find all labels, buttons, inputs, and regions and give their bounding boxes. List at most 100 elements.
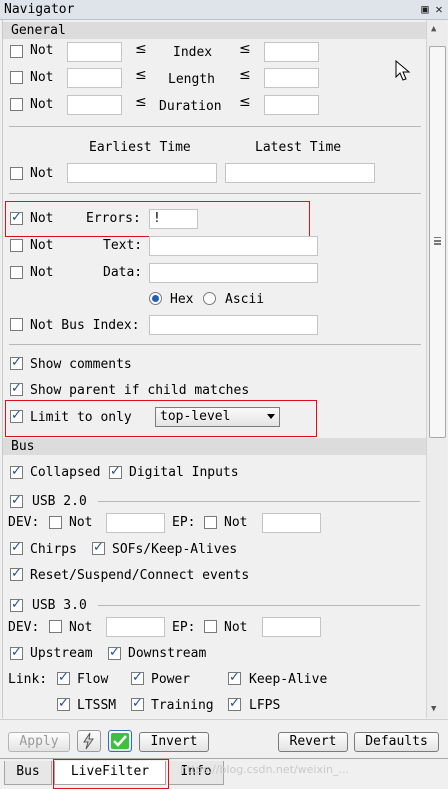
le-symbol: ≤ — [239, 94, 251, 110]
usb3-dev-not-checkbox[interactable] — [49, 620, 62, 633]
length-not-label: Not — [30, 70, 54, 85]
upstream-checkbox[interactable] — [10, 645, 23, 660]
time-not-checkbox[interactable] — [10, 167, 23, 180]
show-parent-label: Show parent if child matches — [30, 383, 250, 398]
usb3-ep-input[interactable] — [262, 617, 321, 637]
defaults-button[interactable]: Defaults — [354, 732, 439, 752]
show-parent-checkbox[interactable] — [10, 381, 23, 396]
ltssm-checkbox[interactable] — [57, 696, 70, 711]
scroll-down-icon[interactable]: ▼ — [431, 704, 436, 714]
latest-time-label: Latest Time — [255, 140, 342, 155]
usb2-ep-label: EP: — [172, 515, 196, 530]
index-max-input[interactable] — [264, 42, 319, 62]
index-min-input[interactable] — [67, 42, 122, 62]
keep-alive-label: Keep-Alive — [249, 672, 328, 687]
flow-checkbox[interactable] — [57, 670, 70, 685]
highlight-box — [53, 759, 169, 789]
ltssm-label: LTSSM — [77, 698, 117, 713]
index-label: Index — [173, 45, 213, 60]
usb3-ep-not-checkbox[interactable] — [204, 620, 217, 633]
checkmark-icon[interactable] — [108, 730, 132, 752]
duration-max-input[interactable] — [264, 95, 319, 115]
length-min-input[interactable] — [67, 68, 122, 88]
bus-index-not-checkbox[interactable] — [10, 318, 23, 331]
mouse-pointer-icon — [395, 60, 411, 81]
training-checkbox[interactable] — [131, 696, 144, 711]
show-comments-checkbox[interactable] — [10, 355, 23, 370]
le-symbol: ≤ — [135, 94, 147, 110]
vertical-scrollbar[interactable]: ▲ ▼ — [426, 20, 447, 718]
data-not-checkbox[interactable] — [10, 266, 23, 279]
usb3-dev-input[interactable] — [106, 617, 165, 637]
index-not-label: Not — [30, 43, 54, 58]
power-checkbox[interactable] — [131, 670, 144, 685]
pin-icon[interactable]: ▣ — [418, 2, 432, 16]
duration-min-input[interactable] — [67, 95, 122, 115]
usb2-ep-input[interactable] — [262, 513, 321, 533]
flow-label: Flow — [77, 672, 109, 687]
chirps-label: Chirps — [30, 542, 77, 557]
hex-radio[interactable] — [149, 292, 162, 305]
navigator-scroll-area: General Not ≤ Index ≤ Not ≤ Length ≤ Not… — [2, 20, 427, 718]
text-input[interactable] — [149, 236, 318, 256]
general-header-label: General — [11, 23, 66, 38]
highlight-box — [5, 400, 317, 437]
downstream-label: Downstream — [128, 646, 207, 661]
divider — [98, 501, 420, 502]
sofs-checkbox[interactable] — [92, 540, 105, 555]
text-not-label: Not — [30, 238, 54, 253]
usb3-ep-not-label: Not — [224, 620, 248, 635]
scroll-up-icon[interactable]: ▲ — [431, 24, 436, 34]
close-icon[interactable]: ✕ — [432, 2, 446, 16]
panel-title: Navigator — [4, 2, 75, 17]
latest-time-input[interactable] — [225, 163, 375, 183]
tab-bus[interactable]: Bus — [4, 761, 52, 785]
divider — [98, 605, 420, 606]
duration-not-label: Not — [30, 97, 54, 112]
collapsed-checkbox[interactable] — [10, 464, 23, 479]
panel-title-bar: Navigator ▣ ✕ — [0, 0, 448, 20]
duration-not-checkbox[interactable] — [10, 98, 23, 111]
lightning-icon[interactable] — [77, 730, 101, 752]
le-symbol: ≤ — [135, 67, 147, 83]
usb2-dev-not-checkbox[interactable] — [49, 516, 62, 529]
earliest-time-input[interactable] — [67, 163, 217, 183]
watermark: https://blog.csdn.net/weixin_... — [180, 763, 350, 776]
digital-inputs-checkbox[interactable] — [109, 464, 122, 479]
usb3-ep-label: EP: — [172, 620, 196, 635]
le-symbol: ≤ — [239, 67, 251, 83]
length-not-checkbox[interactable] — [10, 71, 23, 84]
lfps-checkbox[interactable] — [228, 696, 241, 711]
chirps-checkbox[interactable] — [10, 540, 23, 555]
data-input[interactable] — [149, 263, 318, 283]
length-label: Length — [168, 72, 215, 87]
usb2-ep-not-checkbox[interactable] — [204, 516, 217, 529]
reset-events-label: Reset/Suspend/Connect events — [30, 568, 250, 583]
usb2-ep-not-label: Not — [224, 515, 248, 530]
reset-events-checkbox[interactable] — [10, 566, 23, 581]
invert-button[interactable]: Invert — [139, 732, 209, 752]
ascii-radio[interactable] — [203, 292, 216, 305]
apply-button[interactable]: Apply — [8, 732, 70, 752]
show-comments-label: Show comments — [30, 357, 132, 372]
sofs-label: SOFs/Keep-Alives — [112, 542, 238, 557]
text-not-checkbox[interactable] — [10, 239, 23, 252]
usb2-checkbox[interactable] — [10, 493, 23, 508]
revert-button[interactable]: Revert — [278, 732, 348, 752]
hex-label: Hex — [170, 292, 194, 307]
scrollbar-thumb[interactable] — [429, 46, 446, 438]
index-not-checkbox[interactable] — [10, 45, 23, 58]
bus-index-input[interactable] — [149, 315, 318, 335]
keep-alive-checkbox[interactable] — [228, 670, 241, 685]
length-max-input[interactable] — [264, 68, 319, 88]
usb3-checkbox[interactable] — [10, 597, 23, 612]
general-section-header: General — [3, 22, 427, 39]
usb2-dev-input[interactable] — [106, 513, 165, 533]
link-label: Link: — [8, 672, 48, 687]
le-symbol: ≤ — [135, 41, 147, 57]
training-label: Training — [151, 698, 214, 713]
digital-inputs-label: Digital Inputs — [129, 465, 239, 480]
earliest-time-label: Earliest Time — [89, 140, 191, 155]
time-not-label: Not — [30, 166, 54, 181]
downstream-checkbox[interactable] — [108, 645, 121, 660]
